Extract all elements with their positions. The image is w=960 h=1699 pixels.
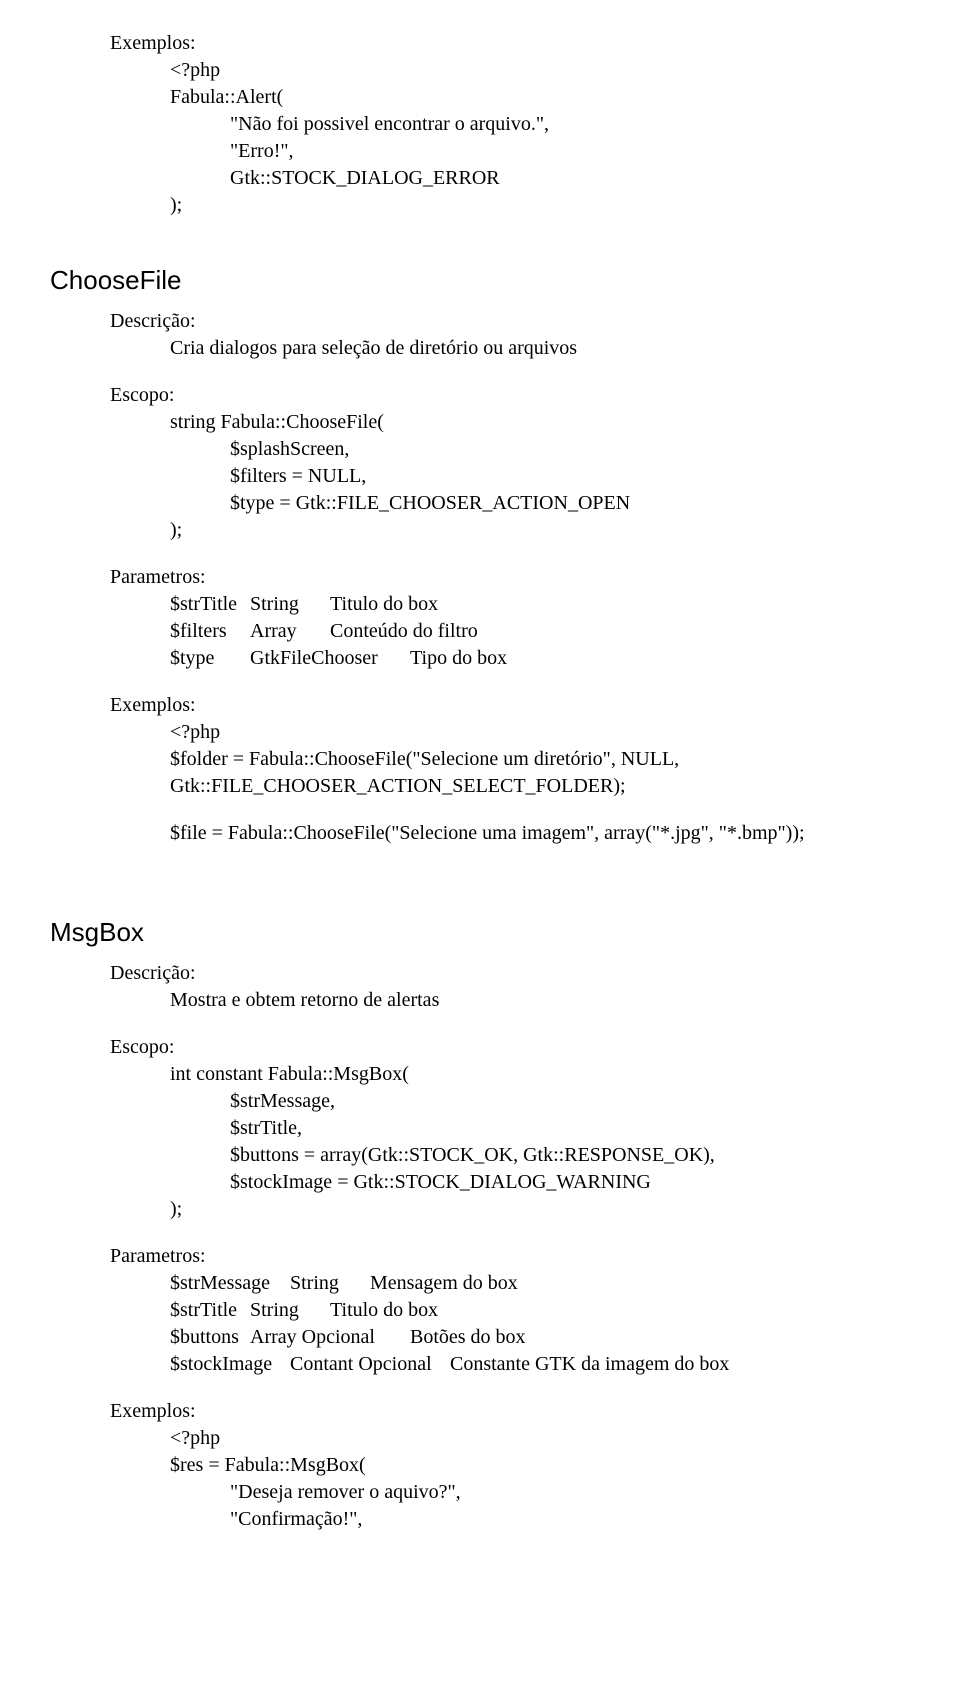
descricao-text: Mostra e obtem retorno de alertas (170, 987, 910, 1014)
code-line: ); (170, 192, 910, 219)
code-line: string Fabula::ChooseFile( (170, 409, 910, 436)
code-line: $res = Fabula::MsgBox( (170, 1452, 910, 1479)
code-line: "Erro!", (230, 138, 910, 165)
code-line: $filters = NULL, (230, 463, 910, 490)
exemplos-label: Exemplos: (110, 692, 910, 719)
code-line: Gtk::FILE_CHOOSER_ACTION_SELECT_FOLDER); (170, 773, 910, 800)
code-line: $strTitle, (230, 1115, 910, 1142)
escopo-label: Escopo: (110, 1034, 910, 1061)
code-line: <?php (170, 719, 910, 746)
code-line: $strMessage, (230, 1088, 910, 1115)
code-line: $stockImage = Gtk::STOCK_DIALOG_WARNING (230, 1169, 910, 1196)
param-row: $stockImage Contant Opcional Constante G… (170, 1351, 910, 1378)
code-line: "Não foi possivel encontrar o arquivo.", (230, 111, 910, 138)
code-line: Gtk::STOCK_DIALOG_ERROR (230, 165, 910, 192)
code-line: Fabula::Alert( (170, 84, 910, 111)
param-row: $strTitle String Titulo do box (170, 591, 910, 618)
code-line: $file = Fabula::ChooseFile("Selecione um… (170, 820, 910, 847)
section-title-choosefile: ChooseFile (50, 263, 910, 298)
descricao-label: Descrição: (110, 308, 910, 335)
code-line: $type = Gtk::FILE_CHOOSER_ACTION_OPEN (230, 490, 910, 517)
code-line: <?php (170, 57, 910, 84)
exemplos-label: Exemplos: (110, 30, 910, 57)
code-line: int constant Fabula::MsgBox( (170, 1061, 910, 1088)
descricao-label: Descrição: (110, 960, 910, 987)
param-row: $type GtkFileChooser Tipo do box (170, 645, 910, 672)
escopo-label: Escopo: (110, 382, 910, 409)
code-line: $buttons = array(Gtk::STOCK_OK, Gtk::RES… (230, 1142, 910, 1169)
param-row: $buttons Array Opcional Botões do box (170, 1324, 910, 1351)
param-row: $filters Array Conteúdo do filtro (170, 618, 910, 645)
code-line: ); (170, 517, 910, 544)
param-row: $strTitle String Titulo do box (170, 1297, 910, 1324)
code-line: "Confirmação!", (230, 1506, 910, 1533)
code-line: <?php (170, 1425, 910, 1452)
exemplos-label: Exemplos: (110, 1398, 910, 1425)
descricao-text: Cria dialogos para seleção de diretório … (170, 335, 910, 362)
code-line: $folder = Fabula::ChooseFile("Selecione … (170, 746, 910, 773)
code-line: "Deseja remover o aquivo?", (230, 1479, 910, 1506)
code-line: ); (170, 1196, 910, 1223)
parametros-label: Parametros: (110, 1243, 910, 1270)
code-line: $splashScreen, (230, 436, 910, 463)
parametros-label: Parametros: (110, 564, 910, 591)
section-title-msgbox: MsgBox (50, 915, 910, 950)
param-row: $strMessage String Mensagem do box (170, 1270, 910, 1297)
